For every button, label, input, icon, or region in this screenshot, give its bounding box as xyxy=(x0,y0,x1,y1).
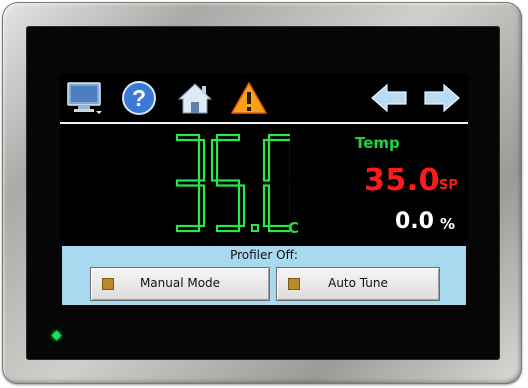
monitor-icon[interactable] xyxy=(66,80,104,116)
digit-segment xyxy=(175,133,201,142)
digit-segment xyxy=(267,133,293,142)
digit-segment xyxy=(237,184,246,228)
digit-segment xyxy=(262,184,271,228)
manual-mode-button[interactable]: Manual Mode xyxy=(90,267,270,301)
digit-segment xyxy=(210,138,219,182)
decimal-point xyxy=(251,224,259,232)
output-value: 0.0 xyxy=(395,209,434,234)
digit-segment xyxy=(197,138,206,182)
help-icon[interactable]: ? xyxy=(120,80,158,116)
digit-segment xyxy=(215,224,241,233)
readout-area: C Temp 35.0 SP 0.0 % xyxy=(60,124,468,246)
digit-segment xyxy=(175,224,201,233)
digit-segment xyxy=(267,224,293,233)
manual-mode-label: Manual Mode xyxy=(139,276,221,290)
alarm-warning-icon[interactable] xyxy=(230,80,268,116)
toolbar: ? xyxy=(60,74,468,124)
process-unit: C xyxy=(288,219,300,237)
channel-label: Temp xyxy=(355,134,400,152)
hmi-screen: ? C Temp 35.0 SP 0.0 % Profiler Off: Man… xyxy=(60,74,468,307)
profiler-panel: Profiler Off: Manual Mode Auto Tune xyxy=(62,246,466,305)
home-icon[interactable] xyxy=(176,80,214,116)
svg-text:?: ? xyxy=(132,85,146,111)
digit-segment xyxy=(197,184,206,228)
auto-tune-button[interactable]: Auto Tune xyxy=(276,267,440,301)
setpoint-unit: SP xyxy=(439,178,458,193)
back-arrow-icon[interactable] xyxy=(370,80,408,116)
digit-segment xyxy=(215,133,241,142)
profiler-status: Profiler Off: xyxy=(230,248,298,262)
output-unit: % xyxy=(440,215,456,233)
auto-tune-label: Auto Tune xyxy=(328,276,388,290)
digit-segment xyxy=(262,138,271,182)
forward-arrow-icon[interactable] xyxy=(423,80,461,116)
process-value-display xyxy=(170,133,298,243)
digit-segment xyxy=(175,179,201,187)
digit-segment xyxy=(215,179,241,187)
setpoint-value[interactable]: 35.0 xyxy=(364,163,440,198)
